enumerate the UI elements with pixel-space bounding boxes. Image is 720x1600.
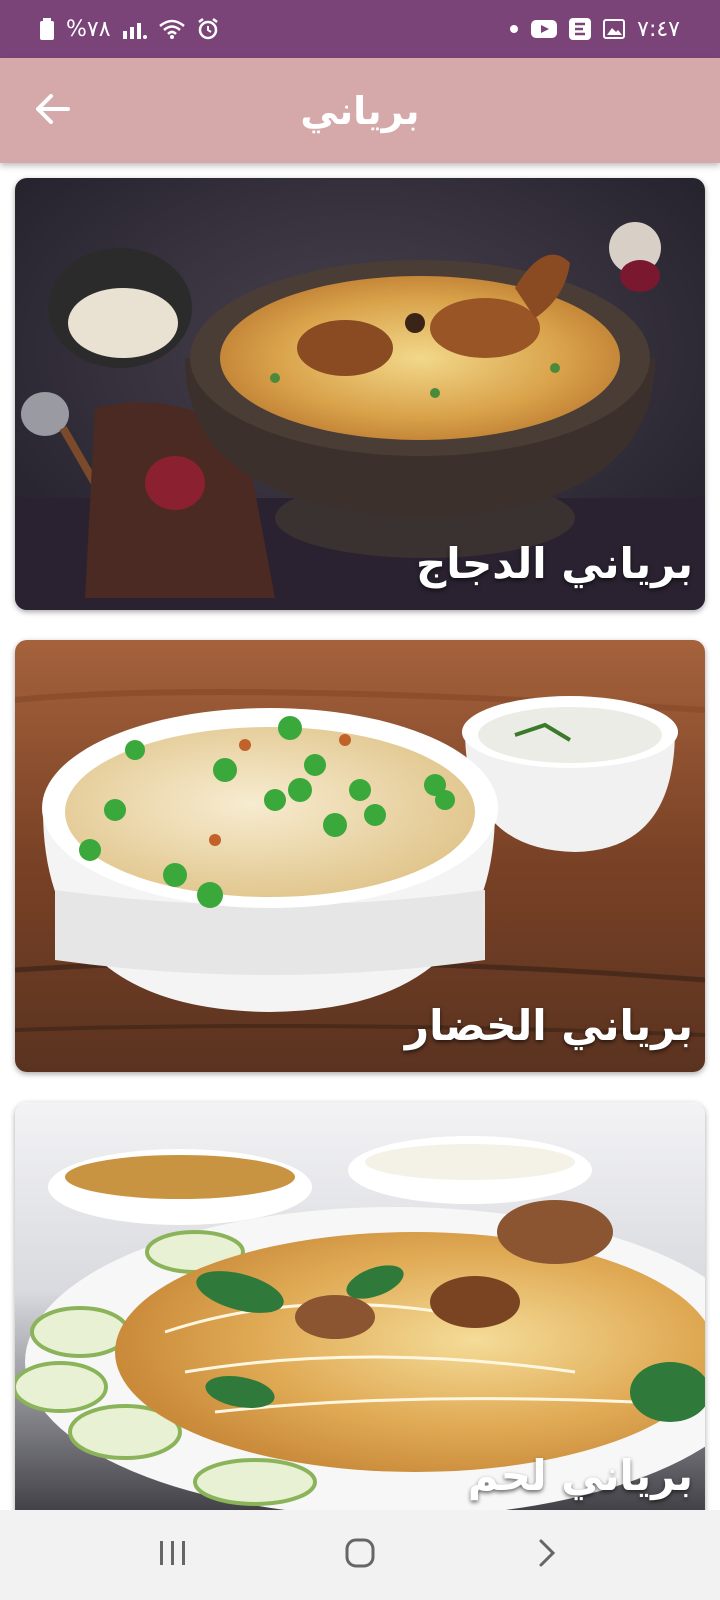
clock-time: ٧:٤٧	[637, 16, 680, 42]
recents-icon	[158, 1539, 188, 1571]
alarm-icon	[197, 18, 219, 40]
wifi-icon	[158, 19, 185, 39]
signal-icon	[122, 19, 147, 39]
app-notification-icon	[569, 18, 592, 40]
nav-back-button[interactable]	[517, 1525, 577, 1585]
home-button[interactable]	[330, 1525, 390, 1585]
status-bar: %٧٨ ٧:٤٧	[0, 0, 720, 58]
arrow-left-icon	[36, 94, 70, 128]
card-title: برياني الدجاج	[415, 539, 693, 588]
recipe-card-meat[interactable]: برياني لحم	[15, 1102, 705, 1522]
recents-button[interactable]	[143, 1525, 203, 1585]
status-left: %٧٨	[40, 17, 219, 42]
notification-dot-icon	[509, 24, 519, 34]
youtube-icon	[531, 19, 558, 39]
home-icon	[344, 1537, 376, 1573]
battery-percent: %٧٨	[66, 16, 111, 42]
page-title: برياني	[300, 88, 420, 133]
system-nav-bar	[0, 1510, 720, 1600]
back-button[interactable]	[30, 88, 76, 134]
status-right: ٧:٤٧	[509, 17, 680, 42]
recipe-card-chicken[interactable]: برياني الدجاج	[15, 178, 705, 610]
app-bar: برياني	[0, 58, 720, 163]
back-chevron-icon	[537, 1538, 557, 1572]
card-title: برياني لحم	[467, 1451, 693, 1500]
recipe-card-vegetable[interactable]: برياني الخضار	[15, 640, 705, 1072]
gallery-icon	[603, 19, 626, 39]
card-title: برياني الخضار	[404, 1001, 693, 1050]
battery-icon	[40, 18, 54, 40]
